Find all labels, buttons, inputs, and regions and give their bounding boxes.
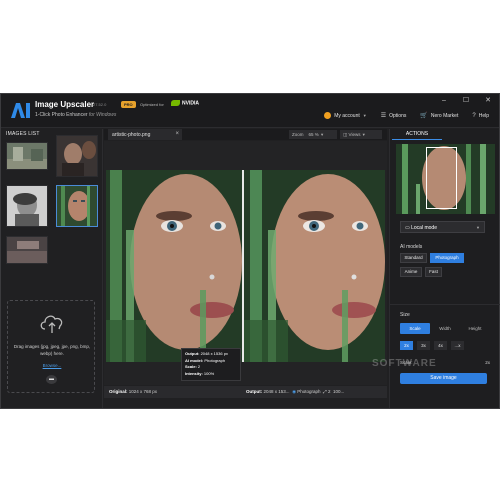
- image-thumbnail[interactable]: [6, 236, 48, 264]
- tab-label: artistic-photo.png: [112, 132, 151, 138]
- divider: [390, 304, 500, 305]
- model-photograph[interactable]: Photograph: [430, 253, 464, 263]
- output-summary: Output: 2048 x 153... ◉ Photograph ⤢ 2 1…: [246, 389, 345, 394]
- options-button[interactable]: ☰ Options: [380, 112, 407, 120]
- maximize-button[interactable]: ☐: [455, 94, 477, 108]
- model-fast[interactable]: Fast: [425, 267, 442, 277]
- drop-zone[interactable]: Drag images (jpg, jpeg, jpe, png, bmp, w…: [7, 300, 95, 393]
- scale-custom[interactable]: ...x: [451, 341, 464, 350]
- image-thumbnail[interactable]: [56, 135, 98, 177]
- nvidia-eye-icon: [171, 100, 180, 106]
- images-list-title: IMAGES LIST: [6, 131, 40, 137]
- model-standard[interactable]: Standard: [400, 253, 427, 263]
- app-title: Image Upscaler: [35, 100, 95, 109]
- processing-mode-select[interactable]: ▭ Local mode ▼: [400, 221, 485, 233]
- size-mode-scale[interactable]: Scale: [400, 323, 430, 334]
- image-viewer[interactable]: [104, 141, 387, 385]
- cloud-upload-icon: [40, 315, 63, 333]
- market-button[interactable]: 🛒 Nero Market: [420, 112, 458, 120]
- image-thumbnail[interactable]: [6, 185, 48, 227]
- status-bar: Original: 1024 x 768 px Output: 2048 x 1…: [104, 386, 387, 398]
- model-anime[interactable]: Anime: [400, 267, 422, 277]
- help-button[interactable]: ? Help: [472, 113, 489, 119]
- watermark: SOFTWARE: [372, 358, 437, 369]
- split-view-icon: ◫: [343, 132, 348, 137]
- browse-link[interactable]: Browse...: [8, 363, 96, 368]
- tab-bar: artistic-photo.png × Zoom 65 % ▼ ◫ Views…: [104, 129, 387, 140]
- original-size: Original: 1024 x 768 px: [109, 389, 158, 394]
- views-dropdown[interactable]: ◫ Views ▼: [340, 130, 382, 139]
- close-icon[interactable]: ×: [175, 131, 179, 137]
- upscaled-image: [244, 170, 385, 362]
- chevron-down-icon: ▼: [476, 225, 480, 230]
- pro-badge: PRO: [121, 101, 136, 108]
- tab-actions[interactable]: ACTIONS: [392, 129, 442, 140]
- original-image: [106, 170, 242, 362]
- navigator-preview[interactable]: [396, 144, 495, 214]
- account-menu[interactable]: My account ▼: [324, 112, 367, 119]
- chevron-down-icon: ▼: [361, 132, 366, 137]
- scale-2x[interactable]: 2x: [400, 341, 413, 350]
- app-subtitle: 1-Click Photo Enhancer for Windows: [35, 112, 117, 118]
- size-mode-segmented: Scale Width Height: [400, 323, 490, 334]
- size-mode-width[interactable]: Width: [430, 323, 460, 334]
- ai-models-label: AI models: [400, 244, 423, 250]
- scale-3x[interactable]: 3x: [417, 341, 430, 350]
- images-list-panel: IMAGES LIST Drag images (jpg, jpeg, jpe,…: [1, 129, 103, 408]
- top-menu: My account ▼ ☰ Options 🛒 Nero Market ? H…: [324, 112, 489, 119]
- minimize-button[interactable]: –: [433, 94, 455, 108]
- image-thumbnail-selected[interactable]: [56, 185, 98, 227]
- chevron-down-icon: ▼: [362, 113, 367, 118]
- viewport-frame[interactable]: [426, 147, 457, 209]
- zoom-control[interactable]: Zoom 65 % ▼: [289, 130, 337, 139]
- nvidia-logo: NVIDIA: [171, 100, 199, 106]
- chevron-down-icon: ▼: [320, 132, 325, 137]
- close-button[interactable]: ✕: [477, 94, 499, 108]
- folder-icon[interactable]: ▬: [46, 375, 57, 384]
- save-image-button[interactable]: Save image: [400, 373, 487, 384]
- scale-value: 2x: [485, 360, 490, 365]
- drop-zone-text: Drag images (jpg, jpeg, jpe, png, bmp, w…: [13, 344, 91, 356]
- model-icon: ◉: [292, 389, 296, 394]
- scale-icon: ⤢: [323, 389, 327, 394]
- title-bar: Image Upscaler 27.52.0 PRO Optimized for…: [1, 94, 499, 128]
- cart-icon: 🛒: [420, 113, 428, 119]
- app-version: 27.52.0: [93, 102, 107, 107]
- size-label: Size: [400, 312, 410, 318]
- monitor-icon: ▭: [405, 225, 410, 231]
- image-thumbnail[interactable]: [6, 142, 48, 170]
- image-tab[interactable]: artistic-photo.png ×: [108, 129, 182, 140]
- account-icon: [324, 112, 332, 119]
- window-controls: – ☐ ✕: [433, 94, 499, 108]
- app-logo-icon: [11, 103, 30, 118]
- zoom-value: 65 %: [308, 132, 319, 137]
- output-info-tooltip: Output: 2048 x 1536 px AI model: Photogr…: [181, 348, 241, 381]
- sliders-icon: ☰: [380, 113, 387, 119]
- scale-4x[interactable]: 4x: [434, 341, 447, 350]
- help-icon: ?: [472, 112, 476, 119]
- size-mode-height[interactable]: Height: [460, 323, 490, 334]
- optimized-for-label: Optimized for: [140, 102, 164, 107]
